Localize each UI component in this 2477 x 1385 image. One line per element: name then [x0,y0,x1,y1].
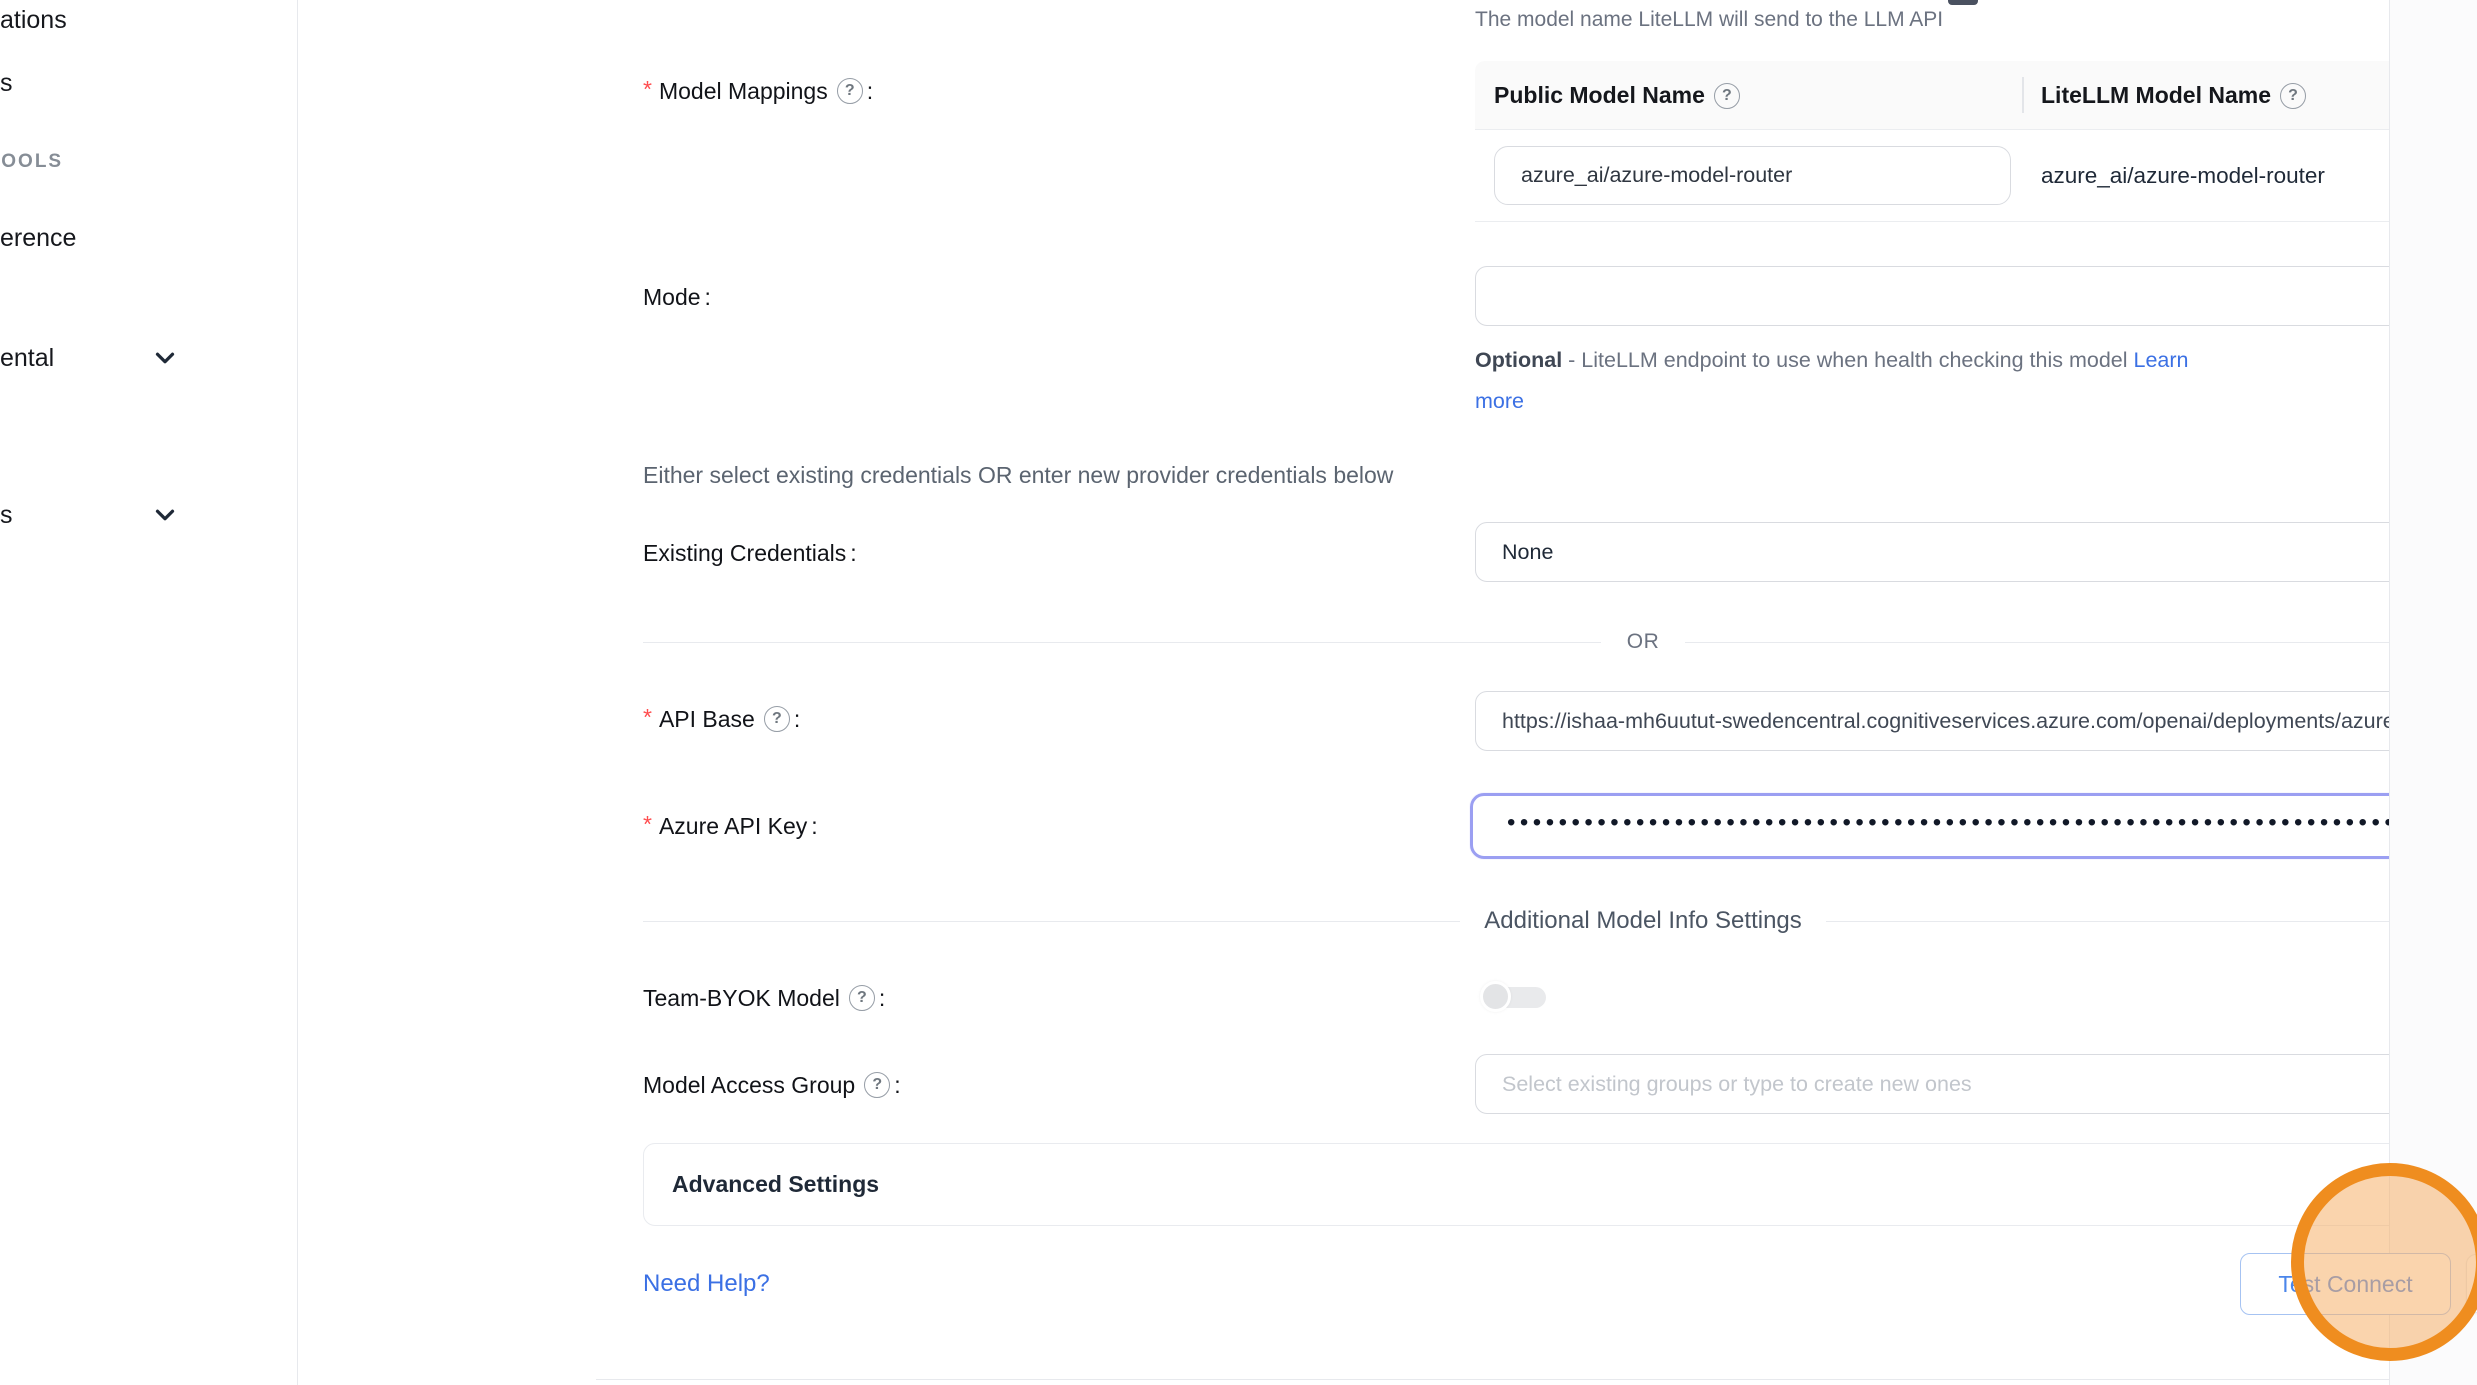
help-icon[interactable]: ? [2280,83,2306,109]
add-model-button[interactable]: Add Model [2466,1254,2477,1313]
mode-label: Mode : [643,280,711,314]
sidebar-item-label: s [0,501,13,530]
sidebar-section-tools: TOOLS [0,149,63,175]
or-divider: OR [643,622,2477,662]
sidebar-item-label: erence [0,224,76,253]
model-name-helper-text: The model name LiteLLM will send to the … [1475,8,1943,32]
clipped-content-fragment [1948,0,1978,5]
sidebar-item-clipped-2[interactable]: s [0,66,13,100]
help-icon[interactable]: ? [849,985,875,1011]
team-byok-label: Team-BYOK Model ? : [643,981,885,1015]
mode-select[interactable] [1475,266,2477,326]
team-byok-toggle[interactable] [1480,981,1546,1013]
sidebar-section-label: TOOLS [0,151,63,173]
sidebar-item-label: ations [0,6,67,35]
need-help-link[interactable]: Need Help? [643,1270,770,1298]
mode-optional-note: Optional - LiteLLM endpoint to use when … [1475,340,2375,422]
sidebar-item-label: ental [0,344,54,373]
sidebar-item-clipped-1[interactable]: ations [0,3,67,37]
learn-more-link[interactable]: more [1475,389,1524,413]
azure-api-key-input[interactable]: ••••••••••••••••••••••••••••••••••••••••… [1470,793,2477,859]
api-base-input[interactable]: https://ishaa-mh6uutut-swedencentral.cog… [1475,691,2477,751]
sidebar: ations s TOOLS erence ental s [0,0,298,1385]
chevron-down-icon [150,500,180,530]
existing-credentials-select[interactable]: None [1475,522,2477,582]
mapping-table-row: azure_ai/azure-model-router azure_ai/azu… [1475,130,2477,222]
advanced-settings-panel[interactable]: Advanced Settings [643,1143,2477,1226]
help-icon[interactable]: ? [837,78,863,104]
mappings-table-header: Public Model Name ? LiteLLM Model Name ? [1475,61,2477,130]
learn-more-link[interactable]: Learn [2133,348,2188,372]
sidebar-item-label: s [0,69,13,98]
litellm-model-name-value: azure_ai/azure-model-router [2041,130,2325,222]
litellm-model-name-header: LiteLLM Model Name ? [2041,61,2306,130]
required-asterisk: * [643,704,652,731]
existing-credentials-label: Existing Credentials : [643,536,857,570]
public-model-name-input[interactable]: azure_ai/azure-model-router [1494,146,2011,205]
sidebar-item-clipped-3[interactable]: erence [0,221,76,255]
content-bottom-border [596,1379,2477,1380]
model-mappings-table: Public Model Name ? LiteLLM Model Name ?… [1475,61,2477,222]
required-asterisk: * [643,76,652,103]
column-divider [2022,77,2024,113]
add-model-form-page: ations s TOOLS erence ental s The model … [0,0,2477,1385]
form-content: The model name LiteLLM will send to the … [298,0,2389,1385]
sidebar-item-clipped-4[interactable]: ental [0,341,54,375]
public-model-name-header: Public Model Name ? [1494,61,1740,130]
chevron-down-icon [150,343,180,373]
model-access-group-label: Model Access Group ? : [643,1068,901,1102]
model-access-group-select[interactable]: Select existing groups or type to create… [1475,1054,2477,1114]
help-icon[interactable]: ? [864,1072,890,1098]
help-icon[interactable]: ? [764,706,790,732]
test-connect-button[interactable]: Test Connect [2240,1253,2451,1315]
credentials-instruction-text: Either select existing credentials OR en… [643,458,1393,492]
api-base-label: * API Base ? : [643,702,800,736]
masked-password-value: ••••••••••••••••••••••••••••••••••••••••… [1507,809,2410,837]
required-asterisk: * [643,811,652,838]
additional-model-info-divider: Additional Model Info Settings [643,901,2477,941]
right-panel-gutter [2389,0,2477,1385]
help-icon[interactable]: ? [1714,83,1740,109]
azure-api-key-label: * Azure API Key : [643,809,818,843]
sidebar-item-clipped-5[interactable]: s [0,498,13,532]
model-mappings-label: * Model Mappings ? : [643,74,873,108]
